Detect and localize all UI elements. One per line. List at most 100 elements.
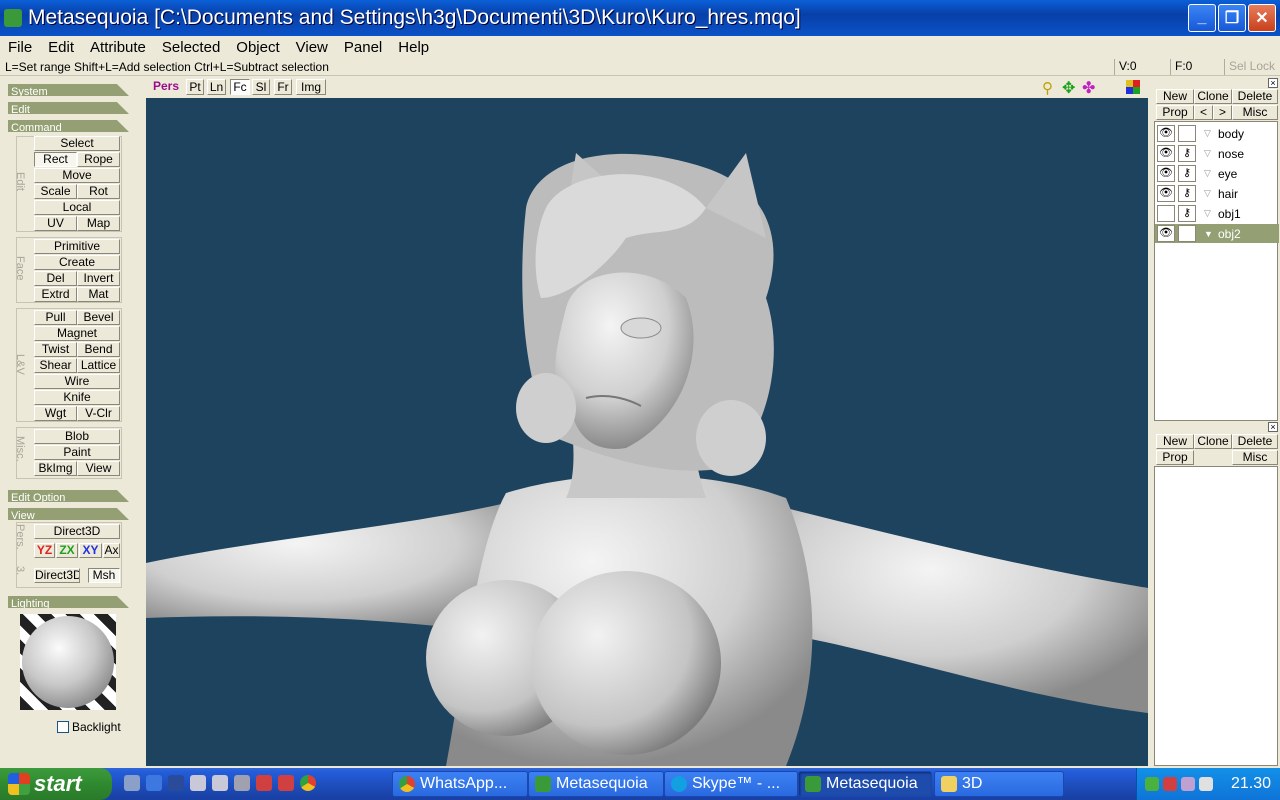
del-button[interactable]: Del — [34, 271, 77, 286]
visibility-eye-icon[interactable]: 👁 — [1157, 145, 1175, 162]
blob-button[interactable]: Blob — [34, 429, 120, 444]
object-misc-button[interactable]: Misc — [1232, 105, 1278, 120]
pull-button[interactable]: Pull — [34, 310, 77, 325]
section-lighting[interactable]: Lighting — [8, 596, 129, 608]
list-item[interactable]: 👁 ⚷ ▽ hair — [1155, 184, 1279, 203]
expand-triangle-icon[interactable]: ▼ — [1204, 229, 1214, 239]
lock-icon[interactable]: ⚷ — [1178, 145, 1196, 162]
expand-triangle-icon[interactable]: ▽ — [1204, 208, 1214, 219]
rotate-icon[interactable]: ✤ — [1082, 78, 1095, 98]
section-view[interactable]: View — [8, 508, 129, 520]
msh-button[interactable]: Msh — [88, 568, 120, 583]
list-item[interactable]: 👁 ▽ body — [1155, 124, 1279, 143]
bevel-button[interactable]: Bevel — [77, 310, 120, 325]
backlight-checkbox[interactable] — [57, 721, 69, 733]
section-command[interactable]: Command — [8, 120, 129, 132]
fc-toggle[interactable]: Fc — [230, 79, 250, 95]
menu-attribute[interactable]: Attribute — [82, 39, 154, 56]
menu-selected[interactable]: Selected — [154, 39, 228, 56]
app-icon[interactable] — [234, 775, 250, 791]
knife-button[interactable]: Knife — [34, 390, 120, 405]
app-icon[interactable] — [278, 775, 294, 791]
visibility-eye-icon[interactable]: 👁 — [1157, 225, 1175, 242]
rot-button[interactable]: Rot — [77, 184, 120, 199]
ln-toggle[interactable]: Ln — [207, 79, 226, 95]
metasequoia-app-icon[interactable] — [4, 9, 22, 27]
minimize-button[interactable]: _ — [1188, 4, 1216, 32]
rope-button[interactable]: Rope — [77, 152, 120, 167]
tray-printer-icon[interactable] — [1199, 777, 1213, 791]
task-folder-3d[interactable]: 3D — [934, 771, 1064, 797]
menu-view[interactable]: View — [288, 39, 336, 56]
zx-view-button[interactable]: ZX — [56, 543, 78, 558]
task-whatsapp[interactable]: WhatsApp... — [392, 771, 528, 797]
clone-object-button[interactable]: Clone — [1194, 89, 1232, 104]
twist-button[interactable]: Twist — [34, 342, 77, 357]
xy-view-button[interactable]: XY — [79, 543, 102, 558]
bkimg-button[interactable]: BkImg — [34, 461, 77, 476]
yz-view-button[interactable]: YZ — [34, 543, 55, 558]
delete-object-button[interactable]: Delete — [1232, 89, 1278, 104]
magnet-button[interactable]: Magnet — [34, 326, 120, 341]
uv-button[interactable]: UV — [34, 216, 77, 231]
section-system[interactable]: System — [8, 84, 129, 96]
object-panel-close-icon[interactable]: × — [1268, 78, 1278, 88]
object-prop-button[interactable]: Prop — [1156, 105, 1194, 120]
section-edit-option[interactable]: Edit Option — [8, 490, 129, 502]
menu-panel[interactable]: Panel — [336, 39, 390, 56]
visibility-eye-icon[interactable]: 👁 — [1157, 165, 1175, 182]
clock[interactable]: 21.30 — [1231, 775, 1271, 793]
task-metasequoia[interactable]: Metasequoia — [528, 771, 664, 797]
local-button[interactable]: Local — [34, 200, 120, 215]
menu-edit[interactable]: Edit — [40, 39, 82, 56]
quick-launch-icon[interactable] — [124, 775, 140, 791]
3d-viewport[interactable] — [146, 98, 1148, 766]
lighting-preview[interactable] — [20, 614, 116, 710]
object-next-button[interactable]: > — [1213, 105, 1232, 120]
delete-material-button[interactable]: Delete — [1232, 434, 1278, 449]
maximize-button[interactable]: ❐ — [1218, 4, 1246, 32]
select-button[interactable]: Select — [34, 136, 120, 151]
sel-lock-button[interactable]: Sel Lock — [1224, 59, 1280, 75]
start-button[interactable]: start — [0, 768, 112, 800]
direct3d-button[interactable]: Direct3D — [34, 524, 120, 539]
lock-icon[interactable] — [1178, 125, 1196, 142]
expand-triangle-icon[interactable]: ▽ — [1204, 148, 1214, 159]
rect-button[interactable]: Rect — [34, 152, 77, 167]
close-button[interactable]: ✕ — [1248, 4, 1276, 32]
ie-icon[interactable] — [146, 775, 162, 791]
visibility-eye-icon[interactable] — [1157, 205, 1175, 222]
move-button[interactable]: Move — [34, 168, 120, 183]
map-button[interactable]: Map — [77, 216, 120, 231]
lock-icon[interactable]: ⚷ — [1178, 165, 1196, 182]
pan-icon[interactable]: ✥ — [1062, 78, 1075, 98]
material-prop-button[interactable]: Prop — [1156, 450, 1194, 465]
fr-toggle[interactable]: Fr — [274, 79, 292, 95]
axis-button[interactable]: Ax — [103, 543, 120, 558]
list-item[interactable]: 👁 ⚷ ▽ nose — [1155, 144, 1279, 163]
list-item[interactable]: ⚷ ▽ obj1 — [1155, 204, 1279, 223]
shear-button[interactable]: Shear — [34, 358, 77, 373]
material-panel-close-icon[interactable]: × — [1268, 422, 1278, 432]
material-list[interactable] — [1154, 466, 1278, 766]
user-icon[interactable] — [212, 775, 228, 791]
section-edit[interactable]: Edit — [8, 102, 129, 114]
user-icon[interactable] — [190, 775, 206, 791]
color-grid-icon[interactable] — [1126, 80, 1140, 94]
create-button[interactable]: Create — [34, 255, 120, 270]
material-misc-button[interactable]: Misc — [1232, 450, 1278, 465]
expand-triangle-icon[interactable]: ▽ — [1204, 168, 1214, 179]
primitive-button[interactable]: Primitive — [34, 239, 120, 254]
scale-button[interactable]: Scale — [34, 184, 77, 199]
menu-file[interactable]: File — [0, 39, 40, 56]
expand-triangle-icon[interactable]: ▽ — [1204, 128, 1214, 139]
desktop-icon[interactable] — [168, 775, 184, 791]
invert-button[interactable]: Invert — [77, 271, 120, 286]
wgt-button[interactable]: Wgt — [34, 406, 77, 421]
tray-shield-icon[interactable] — [1145, 777, 1159, 791]
task-skype[interactable]: Skype™ - ... — [664, 771, 798, 797]
lattice-button[interactable]: Lattice — [77, 358, 120, 373]
wire-button[interactable]: Wire — [34, 374, 120, 389]
lock-icon[interactable]: ⚷ — [1178, 185, 1196, 202]
visibility-eye-icon[interactable]: 👁 — [1157, 185, 1175, 202]
